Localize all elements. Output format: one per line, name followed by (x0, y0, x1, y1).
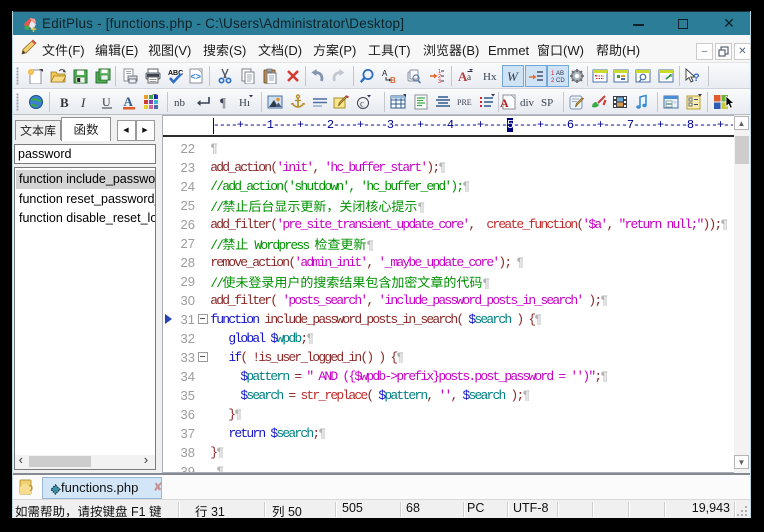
svg-text:¶: ¶ (220, 95, 226, 110)
svg-text:CD: CD (556, 78, 565, 84)
svg-text:I: I (80, 95, 86, 110)
svg-text:<>: <> (191, 72, 202, 82)
svg-text:3: 3 (438, 79, 441, 84)
svg-text:Hx: Hx (483, 71, 497, 83)
svg-text:A: A (500, 96, 509, 110)
svg-text:U: U (102, 95, 111, 109)
svg-text:A: A (124, 94, 134, 109)
svg-text:W: W (507, 69, 519, 84)
svg-text:c: c (360, 99, 364, 109)
svg-text:B: B (60, 95, 69, 110)
svg-text:AB: AB (556, 71, 564, 77)
svg-text:Hı: Hı (239, 97, 250, 109)
svg-text:a: a (467, 72, 471, 82)
svg-text:A: A (382, 69, 388, 78)
svg-text:SP: SP (541, 97, 553, 109)
svg-text:PRE: PRE (457, 98, 472, 107)
svg-text:div: div (520, 97, 535, 109)
svg-text:1: 1 (551, 71, 555, 77)
svg-text:2: 2 (551, 78, 555, 84)
svg-text:nb: nb (174, 97, 186, 109)
svg-text:?: ? (693, 72, 700, 84)
